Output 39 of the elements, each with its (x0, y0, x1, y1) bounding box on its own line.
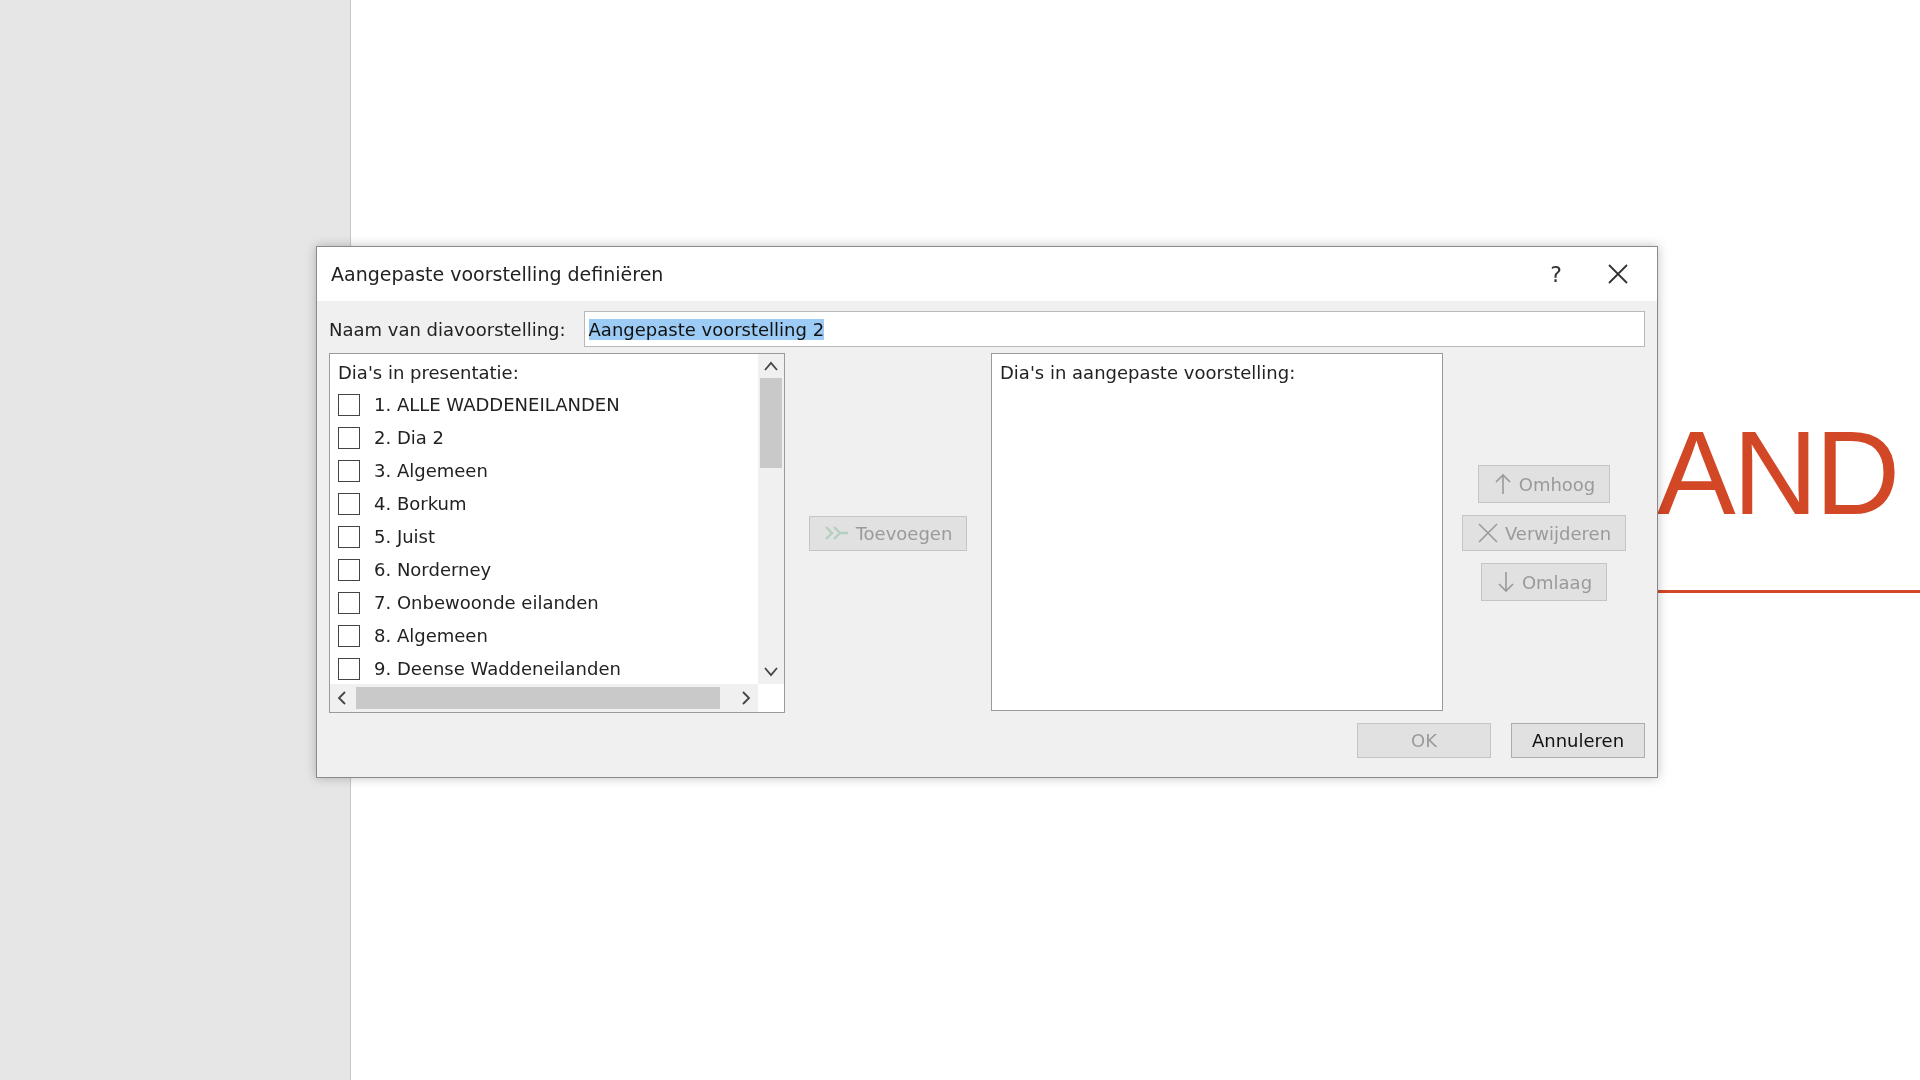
checkbox[interactable] (338, 558, 360, 581)
slide-item[interactable]: 4. Borkum (374, 493, 467, 514)
checkbox[interactable] (338, 525, 360, 548)
slide-item[interactable]: 3. Algemeen (374, 460, 488, 481)
scroll-left-icon[interactable] (336, 691, 348, 705)
scroll-down-icon[interactable] (764, 666, 778, 678)
checkbox[interactable] (338, 459, 360, 482)
name-input-field[interactable]: Aangepaste voorstelling 2 (583, 311, 1645, 347)
slide-item[interactable]: 2. Dia 2 (374, 427, 444, 448)
close-icon (1476, 522, 1499, 544)
slide-item[interactable]: 7. Onbewoonde eilanden (374, 592, 599, 613)
checkbox[interactable] (338, 492, 360, 515)
double-chevron-icon (823, 525, 850, 541)
scrollbar-thumb[interactable] (760, 378, 782, 468)
checkbox[interactable] (338, 393, 360, 416)
slide-item[interactable]: 6. Norderney (374, 559, 492, 580)
close-icon (1608, 264, 1628, 284)
list-heading: Dia's in aangepaste voorstelling: (1000, 362, 1296, 383)
vertical-scrollbar[interactable] (758, 354, 784, 684)
slide-title: AND (1657, 414, 1898, 532)
field-value: Aangepaste voorstelling 2 (588, 318, 825, 340)
scrollbar-thumb[interactable] (356, 687, 720, 709)
slide-item[interactable]: 8. Algemeen (374, 625, 488, 646)
checkbox[interactable] (338, 657, 360, 680)
help-button[interactable]: ? (1531, 254, 1581, 294)
checkbox[interactable] (338, 591, 360, 614)
scroll-up-icon[interactable] (764, 360, 778, 372)
dialog-title: Aangepaste voorstelling definiëren (331, 263, 665, 285)
slide-item[interactable]: 1. ALLE WADDENEILANDEN (374, 394, 620, 415)
slide-item[interactable]: 5. Juist (374, 526, 436, 547)
cancel-button[interactable]: Annuleren (1511, 723, 1645, 758)
scroll-right-icon[interactable] (740, 691, 752, 705)
horizontal-scrollbar[interactable] (330, 684, 758, 712)
field-label: Naam van diavoorstelling: (329, 318, 566, 340)
down-arrow-icon (1495, 570, 1516, 594)
list-heading: Dia's in presentatie: (338, 362, 520, 383)
checkbox[interactable] (338, 426, 360, 449)
slide-item[interactable]: 9. Deense Waddeneilanden (374, 658, 621, 679)
checkbox[interactable] (338, 624, 360, 647)
